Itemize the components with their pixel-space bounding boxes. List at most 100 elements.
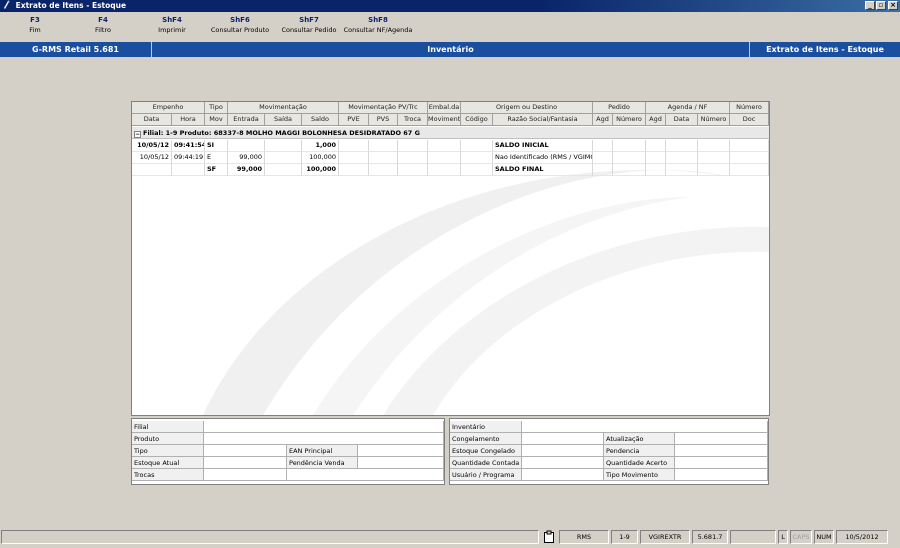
col-entrada[interactable]: Entrada (228, 114, 265, 126)
col-saida[interactable]: Saída (265, 114, 302, 126)
quantidade-acerto-field[interactable] (675, 457, 768, 469)
estoque-congelado-field[interactable] (522, 445, 604, 457)
cell-agenda-numero (698, 152, 730, 164)
fkey-key: F4 (98, 16, 108, 24)
status-l: L (778, 530, 788, 544)
cell-doc (730, 140, 769, 152)
group-numero: Número (730, 102, 769, 114)
inventario-field[interactable] (522, 421, 768, 433)
cell-pedido-agd (593, 164, 613, 176)
maximize-button[interactable]: ▫ (876, 1, 886, 10)
cell-pedido-numero (613, 164, 646, 176)
col-codigo[interactable]: Código (461, 114, 493, 126)
group-empenho: Empenho (132, 102, 205, 114)
status-message (1, 530, 539, 544)
cell-saldo: 1,000 (302, 140, 339, 152)
filial-field[interactable] (204, 421, 444, 433)
ean-field[interactable] (358, 445, 444, 457)
close-button[interactable]: × (888, 1, 898, 10)
quantidade-acerto-label: Quantidade Acerto (604, 457, 675, 469)
col-mov[interactable]: Mov (205, 114, 228, 126)
cell-doc (730, 164, 769, 176)
status-system: RMS (559, 530, 609, 544)
quantidade-contada-field[interactable] (522, 457, 604, 469)
cell-data (132, 164, 172, 176)
col-agenda-numero[interactable]: Número (698, 114, 730, 126)
group-movimentacao: Movimentação (228, 102, 339, 114)
col-pedido-numero[interactable]: Número (613, 114, 646, 126)
quantidade-contada-label: Quantidade Contada (450, 457, 522, 469)
col-troca[interactable]: Troca (398, 114, 428, 126)
group-origem-destino: Origem ou Destino (461, 102, 593, 114)
cell-saldo: 100,000 (302, 152, 339, 164)
cell-razao-social: SALDO INICIAL (493, 140, 593, 152)
cell-pedido-agd (593, 152, 613, 164)
col-pedido-agd[interactable]: Agd (593, 114, 613, 126)
congelamento-field[interactable] (522, 433, 604, 445)
trocas-field[interactable] (204, 469, 287, 481)
grid-column-header: Data Hora Mov Entrada Saída Saldo PVE PV… (132, 114, 769, 126)
cell-agenda-agd (646, 140, 666, 152)
status-filial: 1-9 (611, 530, 638, 544)
fkey-imprimir[interactable]: ShF4 Imprimir (152, 16, 192, 35)
trocas-label: Trocas (132, 469, 204, 481)
movement-grid: Empenho Tipo Movimentação Movimentação P… (131, 101, 770, 416)
atualizacao-field[interactable] (675, 433, 768, 445)
cell-codigo (461, 152, 493, 164)
col-razao-social[interactable]: Razão Social/Fantasia (493, 114, 593, 126)
estoque-atual-label: Estoque Atual (132, 457, 204, 469)
minimize-button[interactable]: _ (865, 1, 875, 10)
table-row[interactable]: 10/05/12 09:41:54 SI 1,000 SALDO INICIAL (132, 140, 769, 152)
cell-agenda-agd (646, 152, 666, 164)
col-agenda-data[interactable]: Data (666, 114, 698, 126)
col-data[interactable]: Data (132, 114, 172, 126)
fkey-consultar-produto[interactable]: ShF6 Consultar Produto (208, 16, 272, 35)
group-pedido: Pedido (593, 102, 646, 114)
group-row-filial-produto[interactable]: − Filial: 1-9 Produto: 68337-8 MOLHO MAGG… (132, 127, 769, 139)
fkey-key: ShF6 (230, 16, 250, 24)
pendencia-venda-label: Pendência Venda (287, 457, 358, 469)
fkey-label: Consultar Pedido (281, 26, 337, 34)
app-version-label: G-RMS Retail 5.681 (32, 45, 119, 54)
cell-troca (398, 152, 428, 164)
clipboard-icon (541, 530, 557, 544)
col-hora[interactable]: Hora (172, 114, 205, 126)
usuario-programa-field[interactable] (522, 469, 604, 481)
col-saldo[interactable]: Saldo (302, 114, 339, 126)
fkey-consultar-pedido[interactable]: ShF7 Consultar Pedido (280, 16, 338, 35)
col-agenda-agd[interactable]: Agd (646, 114, 666, 126)
cell-codigo (461, 164, 493, 176)
pendencia-venda-field[interactable] (358, 457, 444, 469)
col-pve[interactable]: PVE (339, 114, 369, 126)
table-row[interactable]: 10/05/12 09:44:19 E 99,000 100,000 Nao I… (132, 152, 769, 164)
module-title: Inventário (151, 42, 749, 57)
fkey-label: Consultar Produto (210, 26, 270, 34)
estoque-atual-field[interactable] (204, 457, 287, 469)
col-moviment[interactable]: Moviment (428, 114, 461, 126)
col-pvs[interactable]: PVS (369, 114, 398, 126)
table-row[interactable]: SF 99,000 100,000 SALDO FINAL (132, 164, 769, 176)
group-agenda-nf: Agenda / NF (646, 102, 730, 114)
status-version: 5.681.7 (692, 530, 728, 544)
cell-pedido-numero (613, 140, 646, 152)
fkey-filtro[interactable]: F4 Filtro (88, 16, 118, 35)
status-num: NUM (814, 530, 834, 544)
cell-saida (265, 140, 302, 152)
cell-hora: 09:44:19 (172, 152, 205, 164)
pendencia-congelada-field[interactable] (675, 445, 768, 457)
pendencia-congelada-label: Pendencia Congelada (604, 445, 675, 467)
produto-field[interactable] (204, 433, 444, 445)
atualizacao-label: Atualização (604, 433, 675, 445)
fkey-fim[interactable]: F3 Fim (22, 16, 48, 35)
produto-label: Produto (132, 433, 204, 445)
col-doc[interactable]: Doc (730, 114, 769, 126)
tipo-movimento-field[interactable] (675, 469, 768, 481)
cell-agenda-numero (698, 164, 730, 176)
tipo-field[interactable] (204, 445, 287, 457)
collapse-icon[interactable]: − (134, 131, 141, 138)
module-header: G-RMS Retail 5.681 Inventário Extrato de… (0, 42, 900, 57)
cell-saldo: 100,000 (302, 164, 339, 176)
fkey-consultar-nf-agenda[interactable]: ShF8 Consultar NF/Agenda (342, 16, 414, 35)
cell-entrada: 99,000 (228, 164, 265, 176)
trocas-extra-field (287, 469, 444, 481)
